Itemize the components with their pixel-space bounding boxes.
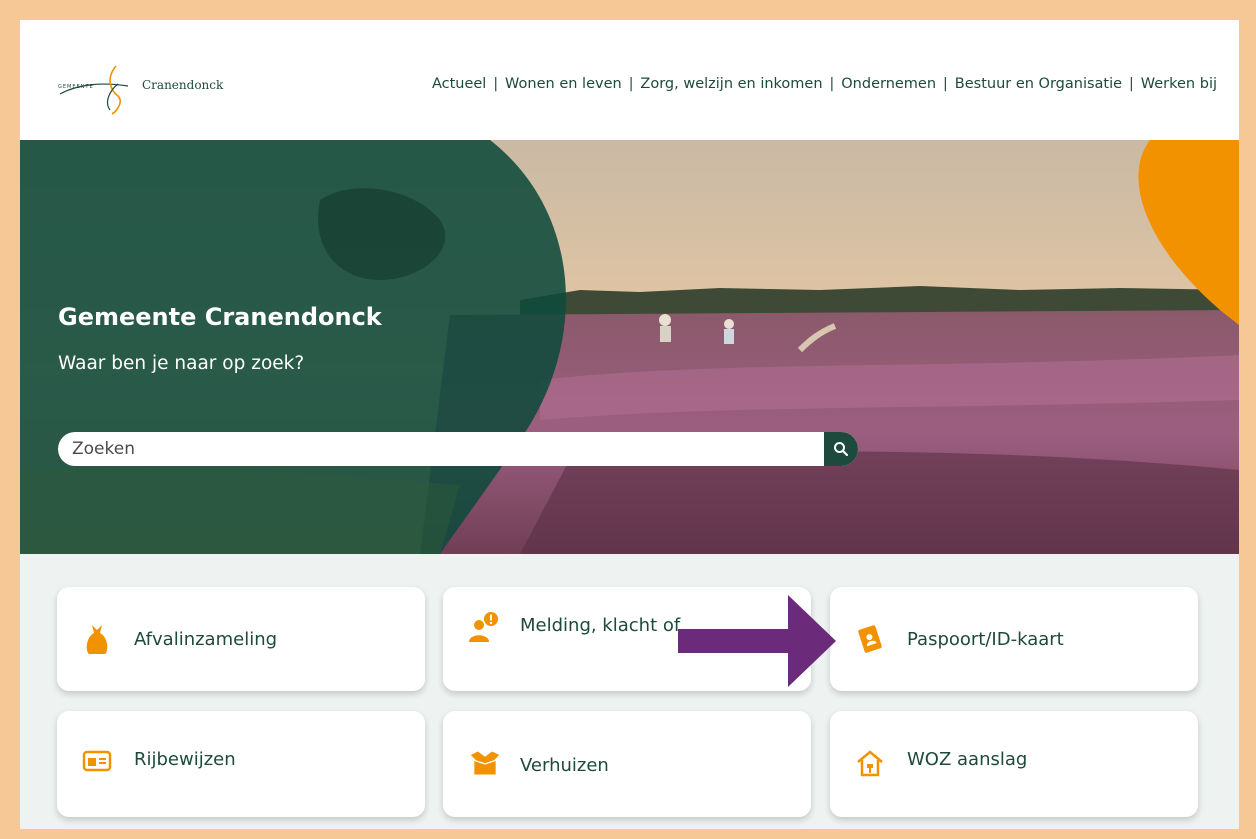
passport-icon <box>854 623 886 655</box>
page-frame: GEMEENTE Cranendonck Actueel | Wonen en … <box>20 20 1239 829</box>
search-button[interactable] <box>824 432 858 466</box>
site-header: GEMEENTE Cranendonck Actueel | Wonen en … <box>20 20 1239 140</box>
nav-item-wonen-en-leven[interactable]: Wonen en leven <box>505 76 622 92</box>
nav-item-werken-bij[interactable]: Werken bij <box>1141 76 1217 92</box>
search-icon <box>834 442 849 457</box>
tile-afvalinzameling[interactable]: Afvalinzameling <box>57 587 425 691</box>
hero-title: Gemeente Cranendonck <box>58 303 382 331</box>
nav-item-ondernemen[interactable]: Ondernemen <box>841 76 936 92</box>
tile-rijbewijzen[interactable]: Rijbewijzen <box>57 711 425 817</box>
id-card-icon <box>81 745 113 777</box>
annotation-arrow-icon <box>678 595 836 687</box>
hero-banner: Gemeente Cranendonck Waar ben je naar op… <box>20 140 1239 554</box>
quick-links-section: Afvalinzameling Melding, klacht of Paspo… <box>20 554 1239 829</box>
moving-box-icon <box>469 747 501 779</box>
logo-small-text: GEMEENTE <box>58 84 94 90</box>
site-logo[interactable]: GEMEENTE Cranendonck <box>58 58 223 118</box>
report-person-icon <box>467 611 499 643</box>
nav-item-bestuur-en-organisatie[interactable]: Bestuur en Organisatie <box>955 76 1122 92</box>
nav-separator: | <box>943 76 948 92</box>
tile-label: Rijbewijzen <box>134 749 236 770</box>
tile-label: Verhuizen <box>520 755 609 776</box>
tile-label: Melding, klacht of <box>520 615 681 636</box>
tile-woz-aanslag[interactable]: WOZ aanslag <box>830 711 1198 817</box>
nav-item-actueel[interactable]: Actueel <box>432 76 486 92</box>
tile-label: Afvalinzameling <box>134 628 278 650</box>
garbage-bag-icon <box>81 623 113 655</box>
house-icon <box>854 747 886 779</box>
logo-wordmark: Cranendonck <box>142 78 224 92</box>
main-nav: Actueel | Wonen en leven | Zorg, welzijn… <box>432 76 1217 92</box>
tile-label: Paspoort/ID-kaart <box>907 628 1064 650</box>
nav-separator: | <box>1129 76 1134 92</box>
nav-item-zorg-welzijn-inkomen[interactable]: Zorg, welzijn en inkomen <box>640 76 822 92</box>
nav-separator: | <box>493 76 499 92</box>
search-bar <box>58 432 858 466</box>
hero-landscape-image <box>20 140 1239 554</box>
search-input[interactable] <box>58 432 822 466</box>
hero-subtitle: Waar ben je naar op zoek? <box>58 353 305 374</box>
nav-separator: | <box>628 76 634 92</box>
nav-separator: | <box>829 76 835 92</box>
tile-label: WOZ aanslag <box>907 749 1028 770</box>
tile-paspoort-id-kaart[interactable]: Paspoort/ID-kaart <box>830 587 1198 691</box>
tile-verhuizen[interactable]: Verhuizen <box>443 711 811 817</box>
